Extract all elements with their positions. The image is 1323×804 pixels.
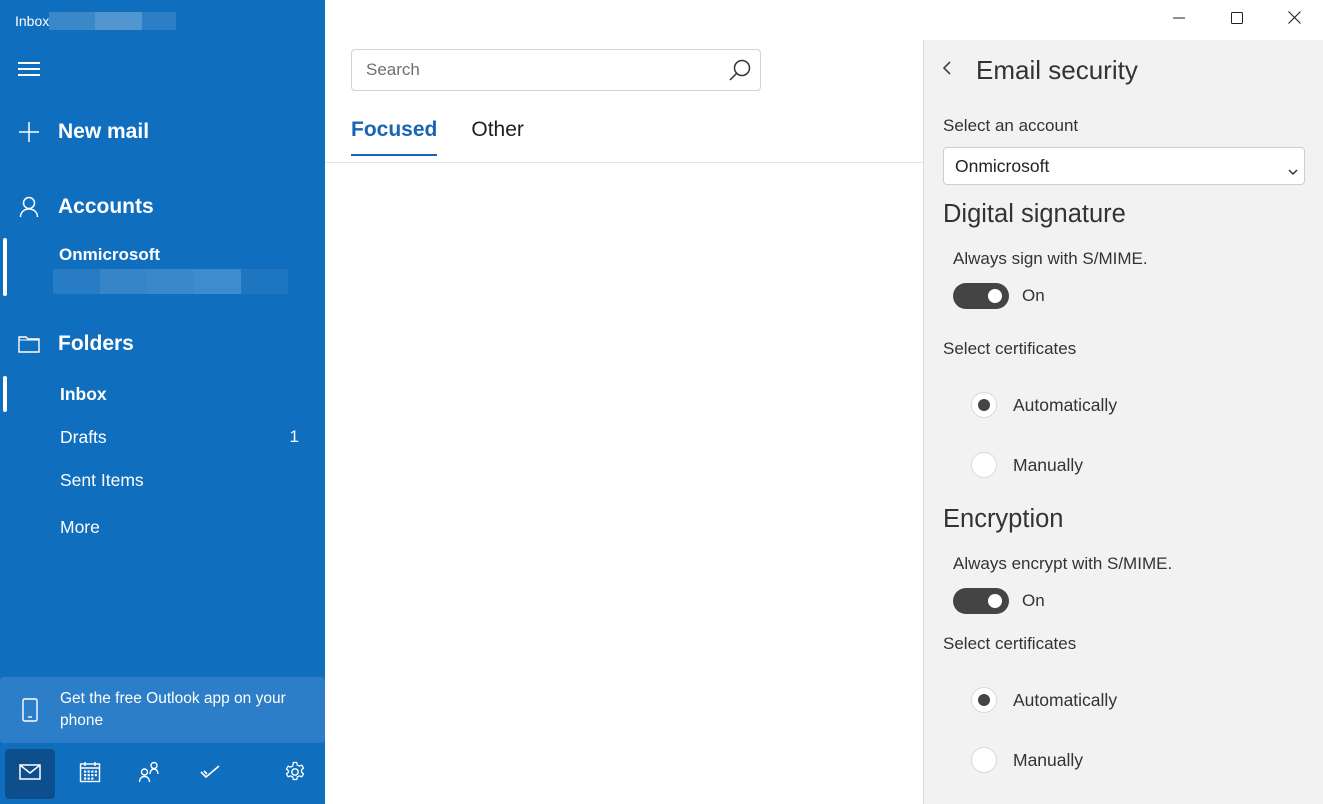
outlook-app-promo[interactable]: Get the free Outlook app on your phone: [0, 677, 325, 743]
folder-inbox[interactable]: Inbox: [0, 374, 325, 414]
divider: [325, 162, 925, 163]
maximize-button[interactable]: [1208, 0, 1266, 40]
sign-smime-toggle[interactable]: On: [953, 283, 1045, 309]
promo-text: Get the free Outlook app on your phone: [60, 690, 286, 729]
panel-title: Email security: [976, 55, 1138, 85]
accounts-header[interactable]: Accounts: [0, 189, 325, 225]
folder-drafts[interactable]: Drafts 1: [0, 417, 325, 457]
account-item[interactable]: Onmicrosoft: [0, 238, 325, 296]
new-mail-label: New mail: [58, 120, 150, 143]
sign-cert-manually-radio[interactable]: Manually: [971, 452, 1083, 478]
radio-button[interactable]: [971, 392, 997, 418]
chevron-left-icon: [942, 60, 952, 81]
minimize-button[interactable]: [1150, 0, 1208, 40]
radio-label: Automatically: [1013, 689, 1118, 710]
calendar-nav-button[interactable]: [65, 749, 115, 799]
selection-indicator: [3, 238, 7, 296]
encrypt-certificates-label: Select certificates: [943, 634, 1077, 653]
encrypt-smime-toggle[interactable]: On: [953, 588, 1045, 614]
chevron-down-icon: [1288, 160, 1298, 181]
encrypt-cert-manually-radio[interactable]: Manually: [971, 747, 1083, 773]
folder-label: Sent Items: [60, 469, 144, 490]
encrypt-toggle-label: Always encrypt with S/MIME.: [953, 554, 1173, 573]
account-email-redacted: [53, 269, 288, 294]
search-input[interactable]: [352, 50, 720, 90]
search-icon[interactable]: [720, 50, 760, 90]
sign-toggle-label: Always sign with S/MIME.: [953, 249, 1148, 268]
panel-header: Email security: [942, 55, 1138, 86]
search-box[interactable]: [351, 49, 761, 91]
mail-nav-button[interactable]: [5, 749, 55, 799]
tab-other[interactable]: Other: [471, 118, 524, 156]
radio-label: Automatically: [1013, 394, 1118, 415]
email-security-panel: Email security Select an account Onmicro…: [923, 40, 1323, 804]
person-icon: [0, 196, 58, 218]
toggle-state: On: [1022, 286, 1045, 305]
radio-button[interactable]: [971, 452, 997, 478]
encryption-heading: Encryption: [943, 505, 1064, 533]
folder-icon: [0, 335, 58, 353]
toggle-switch[interactable]: [953, 588, 1009, 614]
inbox-tabs: Focused Other: [351, 118, 558, 156]
folder-sent-items[interactable]: Sent Items: [0, 460, 325, 500]
account-name: Onmicrosoft: [59, 245, 161, 264]
sign-cert-automatically-radio[interactable]: Automatically: [971, 392, 1117, 418]
gear-icon: [284, 761, 306, 788]
window-title: Inbox: [15, 12, 177, 30]
calendar-icon: [79, 761, 101, 788]
toggle-switch[interactable]: [953, 283, 1009, 309]
settings-nav-button[interactable]: [270, 749, 320, 799]
checkmark-icon: [199, 764, 221, 785]
folder-label: Inbox: [60, 383, 107, 404]
select-account-label: Select an account: [943, 116, 1079, 135]
encrypt-cert-automatically-radio[interactable]: Automatically: [971, 687, 1117, 713]
tab-focused[interactable]: Focused: [351, 118, 438, 156]
toggle-state: On: [1022, 591, 1045, 610]
mail-icon: [19, 763, 41, 785]
sidebar: Inbox New mail Accounts Onmicrosoft Fold…: [0, 0, 325, 804]
sign-certificates-label: Select certificates: [943, 339, 1077, 358]
account-select[interactable]: Onmicrosoft: [943, 147, 1305, 185]
hamburger-icon[interactable]: [18, 60, 40, 78]
radio-button[interactable]: [971, 687, 997, 713]
maximize-icon: [1231, 11, 1243, 29]
close-icon: [1287, 11, 1301, 29]
radio-label: Manually: [1013, 749, 1084, 770]
selection-indicator: [3, 376, 7, 412]
bottom-nav: [0, 746, 325, 804]
folder-label: Drafts: [60, 426, 107, 447]
folders-header[interactable]: Folders: [0, 326, 325, 362]
close-button[interactable]: [1265, 0, 1323, 40]
window-title-text: Inbox: [15, 13, 50, 29]
todo-nav-button[interactable]: [185, 749, 235, 799]
folder-more[interactable]: More: [0, 507, 325, 547]
redacted-region: [49, 12, 96, 30]
new-mail-button[interactable]: New mail: [0, 114, 325, 150]
folder-label: More: [60, 516, 100, 537]
unread-count: 1: [289, 427, 299, 446]
accounts-label: Accounts: [58, 195, 154, 218]
redacted-region: [142, 12, 177, 30]
digital-signature-heading: Digital signature: [943, 200, 1126, 228]
people-nav-button[interactable]: [125, 749, 175, 799]
redacted-region: [95, 12, 143, 30]
phone-icon: [0, 698, 60, 722]
minimize-icon: [1173, 11, 1185, 29]
folders-label: Folders: [58, 332, 134, 355]
plus-icon: [0, 121, 58, 143]
account-select-value: Onmicrosoft: [955, 155, 1050, 176]
back-button[interactable]: [942, 56, 964, 86]
radio-label: Manually: [1013, 454, 1084, 475]
radio-button[interactable]: [971, 747, 997, 773]
people-icon: [138, 761, 162, 788]
